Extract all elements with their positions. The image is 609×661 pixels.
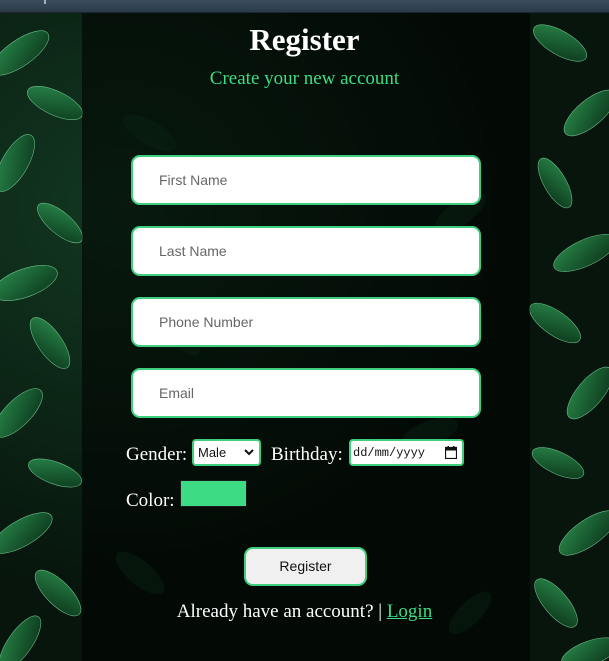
login-prompt: Already have an account? | Login bbox=[0, 601, 609, 623]
birthday-value: dd/mm/yyyy bbox=[353, 446, 426, 460]
gender-selected-value: Male bbox=[198, 445, 227, 460]
page-title: Register bbox=[249, 22, 360, 57]
browser-top-bar bbox=[0, 0, 609, 13]
last-name-input[interactable] bbox=[131, 226, 481, 276]
login-prompt-text: Already have an account? | bbox=[176, 601, 383, 622]
gender-label: Gender: bbox=[126, 444, 188, 465]
birthday-label: Birthday: bbox=[271, 444, 343, 465]
page-subtitle: Create your new account bbox=[209, 68, 400, 89]
first-name-input[interactable] bbox=[131, 155, 481, 205]
birthday-date-input[interactable]: dd/mm/yyyy bbox=[349, 439, 464, 466]
color-picker[interactable] bbox=[180, 480, 247, 507]
email-input[interactable] bbox=[131, 368, 481, 418]
top-bar-mark bbox=[44, 0, 46, 4]
chevron-down-icon bbox=[244, 449, 254, 456]
calendar-icon[interactable] bbox=[445, 446, 457, 459]
register-button[interactable]: Register bbox=[244, 547, 367, 586]
login-link[interactable]: Login bbox=[387, 601, 432, 622]
gender-select[interactable]: Male bbox=[192, 439, 261, 466]
color-label: Color: bbox=[126, 490, 175, 511]
phone-number-input[interactable] bbox=[131, 297, 481, 347]
